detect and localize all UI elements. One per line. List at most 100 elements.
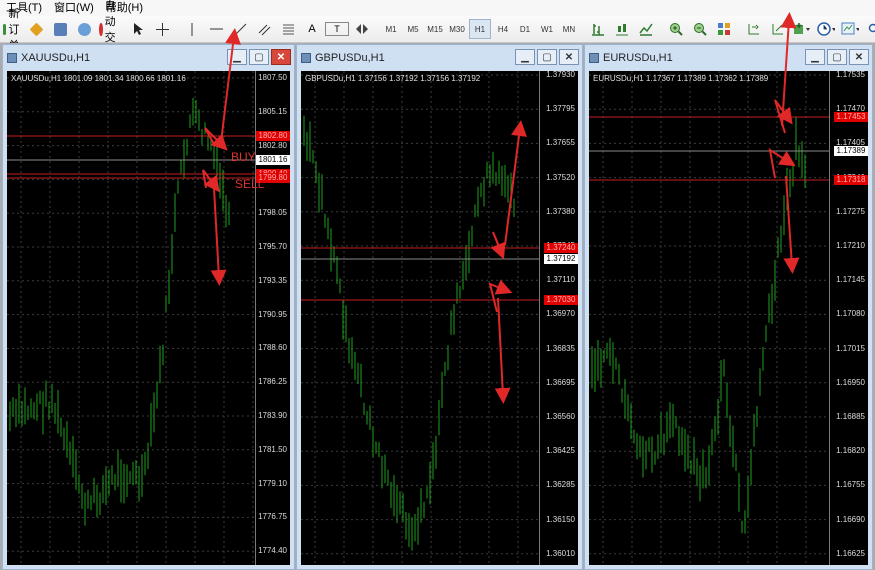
auto-trade-button[interactable]: 自动交易 [97,0,119,60]
new-order-button[interactable]: 新订单 [1,8,23,52]
price-chart[interactable]: EURUSDu,H1 1.17367 1.17389 1.17362 1.173… [589,71,868,565]
close-button[interactable]: ✕ [271,49,291,65]
candles-svg [589,71,830,565]
price-tick-label: 1786.25 [258,377,287,387]
cursor-button[interactable] [127,18,149,40]
bar-chart-button[interactable] [587,18,609,40]
candles-svg [7,71,256,565]
price-tick-label: 1807.50 [258,73,287,82]
menu-window[interactable]: 窗口(W) [48,0,100,16]
search-icon [868,23,875,32]
minimize-button[interactable]: ▁ [515,49,535,65]
price-tick-label: 1779.10 [258,478,287,488]
price-tick-label: 1776.75 [258,512,287,522]
shapes-button[interactable] [351,18,373,40]
current-price-tag: 1.17389 [834,146,868,156]
timeframe-h4-button[interactable]: H4 [493,18,513,40]
text-tool-button[interactable]: A [301,18,323,40]
tile-windows-icon [718,23,730,35]
maximize-button[interactable]: ▢ [827,49,847,65]
templates-button[interactable] [839,18,861,40]
crosshair-icon [155,22,169,36]
bar-chart-icon [592,24,604,36]
window-titlebar[interactable]: EURUSDu,H1 ▁ ▢ ✕ [585,45,872,71]
price-chart[interactable]: GBPUSDu,H1 1.37156 1.37192 1.37156 1.371… [301,71,578,565]
horizontal-line-button[interactable] [205,18,227,40]
indicators-button[interactable] [791,18,813,40]
toolbar: 新订单 自动交易 A T M1 M5 M15 M30 H1 H4 D1 W1 M… [0,0,875,60]
timeframe-d1-button[interactable]: D1 [515,18,535,40]
zoom-in-icon [670,23,683,36]
terminal-button[interactable] [49,18,71,40]
price-axis: 1.37930 1.37795 1.37655 1.37520 1.37380 1.372… [539,71,578,565]
timeframe-m1-button[interactable]: M1 [381,18,401,40]
timeframe-m5-button[interactable]: M5 [403,18,423,40]
periods-button[interactable] [815,18,837,40]
chart-window-eurusd[interactable]: EURUSDu,H1 ▁ ▢ ✕ EURUSDu,H1 1.17367 1.17… [584,44,873,570]
template-icon [841,22,859,35]
window-title: EURUSDu,H1 [603,52,673,64]
chart-shift-icon [748,24,759,35]
buy-label: BUY [231,150,256,164]
zoom-out-button[interactable] [689,18,711,40]
timeframe-mn-button[interactable]: MN [559,18,579,40]
candle-chart-button[interactable] [611,18,633,40]
price-tick-label: 1.37795 [546,104,575,114]
price-tick-label: 1.16950 [836,377,865,387]
window-title: XAUUSDu,H1 [21,52,91,64]
price-chart[interactable]: XAUUSDu,H1 1801.09 1801.34 1800.66 1801.… [7,71,290,565]
timeframe-h1-button[interactable]: H1 [469,19,491,39]
tile-windows-button[interactable] [713,18,735,40]
search-button[interactable] [863,18,875,40]
price-tick-label: 1.37520 [546,172,575,182]
timeframe-m15-button[interactable]: M15 [425,18,445,40]
chart-window-icon [301,53,311,63]
price-axis: 1.175351.174701.174051.173401.172751.172… [829,71,868,565]
price-tick-label: 1.17275 [836,206,865,216]
price-tick-label: 1.37930 [546,71,575,79]
zoom-in-button[interactable] [665,18,687,40]
chart-window-xauusd[interactable]: XAUUSDu,H1 ▁ ▢ ✕ XAUUSDu,H1 1801.09 1801… [2,44,295,570]
autoscroll-button[interactable] [767,18,789,40]
chart-window-gbpusd[interactable]: GBPUSDu,H1 ▁ ▢ ✕ GBPUSDu,H1 1.37156 1.37… [296,44,583,570]
maximize-button[interactable]: ▢ [249,49,269,65]
market-watch-button[interactable] [25,18,47,40]
menu-tools[interactable]: 工具(T) [0,0,48,16]
timeframe-m30-button[interactable]: M30 [447,18,467,40]
order-price-tag: 1.37240 [544,243,578,253]
channel-icon [258,24,270,35]
text-label-button[interactable]: T [325,22,349,36]
line-chart-button[interactable] [635,18,657,40]
current-price-tag: 1801.16 [256,155,290,165]
database-icon [53,22,67,36]
chart-shift-button[interactable] [743,18,765,40]
minimize-button[interactable]: ▁ [805,49,825,65]
maximize-button[interactable]: ▢ [537,49,557,65]
window-titlebar[interactable]: GBPUSDu,H1 ▁ ▢ ✕ [297,45,582,71]
price-tick-label: 1793.35 [258,275,287,285]
price-tick-label: 1.16625 [836,548,865,558]
chart-window-icon [589,53,599,63]
ohlc-info: GBPUSDu,H1 1.37156 1.37192 1.37156 1.371… [305,74,481,83]
trendline-button[interactable] [229,18,251,40]
price-tick-label: 1.36970 [546,309,575,319]
window-titlebar[interactable]: XAUUSDu,H1 ▁ ▢ ✕ [3,45,294,71]
price-tick-label: 1.17210 [836,241,865,250]
price-axis: 1807.501805.151802.801800.401798.051795.… [255,71,290,565]
window-title: GBPUSDu,H1 [315,52,385,64]
diamond-icon [29,22,43,36]
close-button[interactable]: ✕ [559,49,579,65]
price-tick-label: 1.36285 [546,480,575,490]
minimize-button[interactable]: ▁ [227,49,247,65]
vertical-line-button[interactable] [181,18,203,40]
price-tick-label: 1.16885 [836,412,865,421]
navigator-button[interactable] [73,18,95,40]
price-tick-label: 1.36150 [546,514,575,524]
price-tick-label: 1.36425 [546,446,575,456]
fibonacci-button[interactable] [277,18,299,40]
price-tick-label: 1.37655 [546,138,575,148]
timeframe-w1-button[interactable]: W1 [537,18,557,40]
crosshair-button[interactable] [151,18,173,40]
close-button[interactable]: ✕ [849,49,869,65]
channel-button[interactable] [253,18,275,40]
